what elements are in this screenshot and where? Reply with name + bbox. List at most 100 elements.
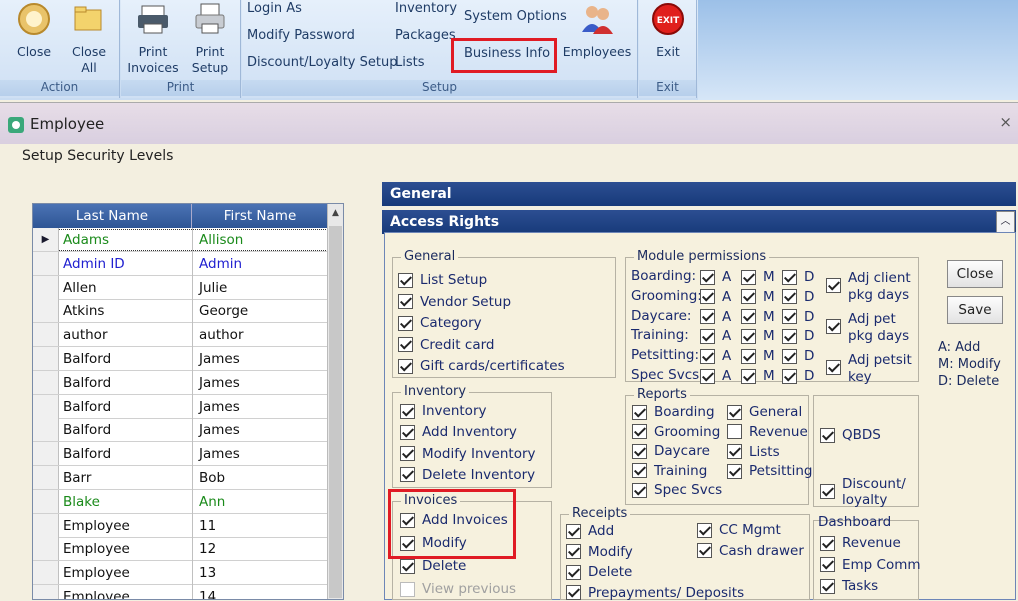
checkbox[interactable] — [727, 404, 742, 420]
receipt-checkbox[interactable]: Prepayments/ Deposits — [566, 585, 744, 601]
checkbox[interactable] — [398, 272, 413, 288]
checkbox[interactable] — [782, 289, 797, 305]
module-checkbox-m[interactable]: M — [741, 309, 775, 325]
checkbox[interactable] — [700, 368, 715, 384]
employees-button[interactable]: Employees — [560, 2, 634, 60]
table-row[interactable]: Balford James — [33, 442, 329, 467]
module-checkbox-a[interactable]: A — [700, 309, 731, 325]
checkbox[interactable] — [820, 535, 835, 551]
checkbox[interactable] — [632, 424, 647, 439]
row-selector[interactable] — [33, 513, 59, 537]
discount-loyalty-setup-button[interactable]: Discount/Loyalty Setup — [247, 55, 397, 70]
system-options-button[interactable]: System Options — [464, 9, 567, 24]
table-row[interactable]: Allen Julie — [33, 275, 329, 300]
general-checkbox[interactable]: List Setup — [398, 272, 487, 288]
checkbox[interactable] — [700, 269, 715, 285]
row-selector[interactable] — [33, 275, 59, 299]
checkbox[interactable] — [398, 294, 413, 309]
report-checkbox[interactable]: Lists — [727, 444, 780, 460]
checkbox[interactable] — [400, 403, 415, 419]
general-checkbox[interactable]: Gift cards/certificates — [398, 358, 565, 374]
adj-checkbox[interactable] — [826, 278, 848, 293]
checkbox[interactable] — [727, 444, 742, 460]
row-selector[interactable] — [33, 561, 59, 585]
checkbox[interactable] — [782, 328, 797, 344]
checkbox[interactable] — [782, 309, 797, 325]
adj-checkbox[interactable] — [826, 360, 848, 375]
checkbox[interactable] — [566, 564, 581, 580]
report-checkbox[interactable]: Boarding — [632, 404, 715, 420]
row-selector[interactable] — [33, 466, 59, 489]
scroll-thumb[interactable] — [329, 226, 342, 598]
table-row[interactable]: Barr Bob — [33, 466, 329, 490]
dashboard-checkbox[interactable]: Emp Comm — [820, 557, 921, 573]
row-selector[interactable] — [33, 585, 59, 599]
checkbox[interactable] — [782, 269, 797, 285]
table-row[interactable]: Blake Ann — [33, 489, 329, 514]
module-checkbox-d[interactable]: D — [782, 289, 814, 305]
inventory-checkbox[interactable]: Delete Inventory — [400, 467, 535, 483]
table-row[interactable]: Balford James — [33, 394, 329, 419]
checkbox[interactable] — [697, 543, 712, 558]
checkbox[interactable] — [632, 404, 647, 420]
report-checkbox[interactable]: Revenue — [727, 424, 808, 440]
module-checkbox-d[interactable]: D — [782, 328, 814, 344]
row-selector[interactable] — [33, 394, 59, 418]
checkbox[interactable] — [632, 443, 647, 459]
row-selector[interactable] — [33, 537, 59, 561]
row-selector[interactable] — [33, 418, 59, 442]
column-header-first-name[interactable]: First Name — [192, 204, 329, 228]
checkbox[interactable] — [398, 337, 413, 352]
row-selector[interactable] — [33, 370, 59, 394]
close-dialog-button[interactable]: Close — [947, 260, 1003, 288]
receipt-checkbox[interactable]: Modify — [566, 544, 633, 560]
inventory-checkbox[interactable]: Modify Inventory — [400, 446, 536, 462]
section-general[interactable]: General — [382, 182, 1016, 206]
checkbox[interactable] — [820, 557, 835, 572]
general-checkbox[interactable]: Vendor Setup — [398, 294, 511, 310]
dashboard-checkbox[interactable]: Tasks — [820, 578, 878, 594]
module-checkbox-a[interactable]: A — [700, 269, 731, 285]
checkbox[interactable] — [826, 360, 841, 375]
checkbox[interactable] — [820, 484, 835, 499]
row-selector[interactable] — [33, 323, 59, 347]
inventory-button[interactable]: Inventory — [395, 1, 457, 16]
qbds-checkbox[interactable]: QBDS — [820, 427, 881, 443]
checkbox[interactable] — [566, 523, 581, 539]
checkbox[interactable] — [741, 328, 756, 344]
scroll-up-icon[interactable]: ▲ — [328, 204, 343, 222]
checkbox[interactable] — [741, 348, 756, 364]
checkbox[interactable] — [741, 269, 756, 285]
module-checkbox-a[interactable]: A — [700, 368, 731, 384]
checkbox[interactable] — [820, 427, 835, 443]
table-row[interactable]: Employee 12 — [33, 537, 329, 562]
packages-button[interactable]: Packages — [395, 28, 456, 43]
module-checkbox-m[interactable]: M — [741, 328, 775, 344]
module-checkbox-m[interactable]: M — [741, 368, 775, 384]
general-checkbox[interactable]: Credit card — [398, 337, 494, 353]
checkbox[interactable] — [782, 348, 797, 364]
checkbox[interactable] — [632, 482, 647, 498]
report-checkbox[interactable]: Spec Svcs — [632, 482, 722, 498]
checkbox[interactable] — [826, 278, 841, 293]
module-checkbox-a[interactable]: A — [700, 289, 731, 305]
login-as-button[interactable]: Login As — [247, 1, 302, 16]
module-checkbox-d[interactable]: D — [782, 269, 814, 285]
save-button[interactable]: Save — [947, 296, 1003, 324]
receipt-checkbox[interactable]: Add — [566, 523, 614, 539]
column-header-last-name[interactable]: Last Name — [33, 204, 192, 228]
employee-grid[interactable]: Last Name First Name ▶ Adams Allison Admin … — [32, 203, 344, 600]
table-row[interactable]: Admin ID Admin — [33, 251, 329, 276]
checkbox[interactable] — [741, 289, 756, 305]
receipt-checkbox[interactable]: CC Mgmt — [697, 522, 781, 538]
report-checkbox[interactable]: Daycare — [632, 443, 710, 459]
table-row[interactable]: Balford James — [33, 347, 329, 371]
table-row[interactable]: Atkins George — [33, 299, 329, 324]
print-invoices-button[interactable]: Print Invoices — [125, 2, 181, 76]
table-row[interactable]: Employee 14 — [33, 585, 329, 599]
checkbox[interactable] — [632, 463, 647, 478]
checkbox[interactable] — [400, 467, 415, 483]
checkbox[interactable] — [400, 558, 415, 574]
report-checkbox[interactable]: Petsitting — [727, 463, 813, 479]
section-access-rights[interactable]: Access Rights — [382, 210, 1016, 234]
